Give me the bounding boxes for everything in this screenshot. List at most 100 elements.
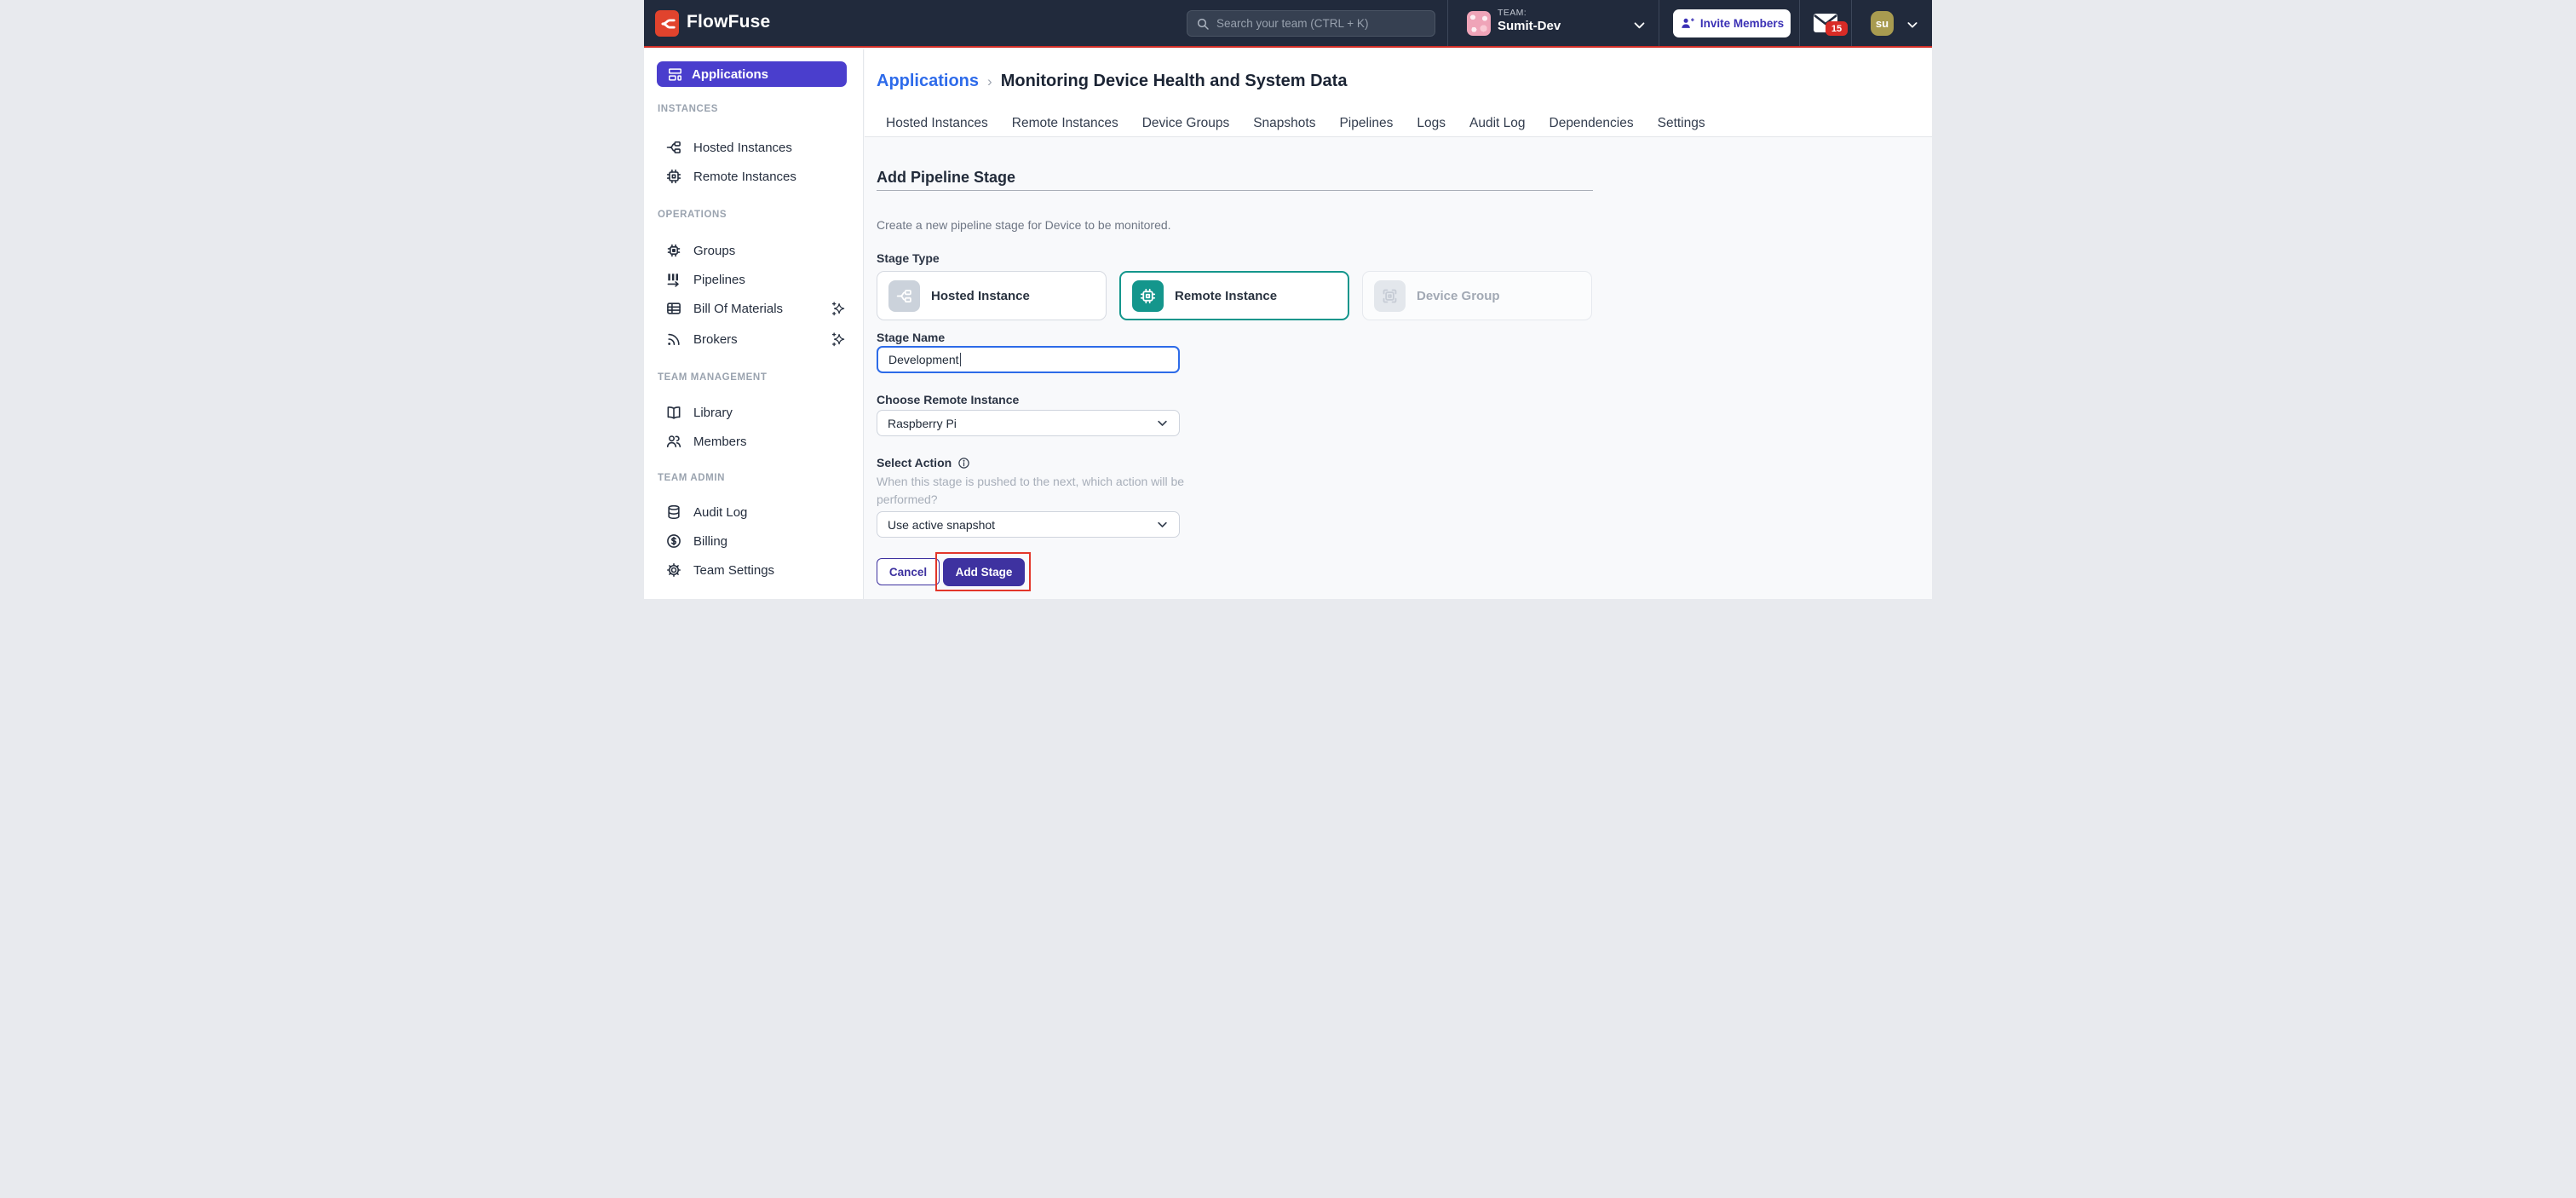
form-description: Create a new pipeline stage for Device t… — [877, 218, 1171, 232]
sidebar-item-label: Remote Instances — [693, 170, 796, 184]
chevron-down-icon — [1156, 417, 1169, 429]
device-group-icon — [1374, 280, 1406, 312]
sparkles-icon — [830, 331, 846, 348]
user-menu-chevron-down-icon[interactable] — [1906, 18, 1919, 32]
applications-icon — [667, 66, 683, 83]
tab-pipelines[interactable]: Pipelines — [1339, 116, 1393, 131]
team-settings-gear-icon — [665, 562, 682, 579]
sidebar-item-label: Team Settings — [693, 563, 774, 578]
stage-type-remote-instance[interactable]: Remote Instance — [1119, 271, 1349, 320]
search-input[interactable] — [1216, 17, 1426, 30]
form-title: Add Pipeline Stage — [877, 169, 1015, 187]
top-navbar: FlowFuse TEAM: Sumit-Dev — [644, 0, 1932, 48]
remote-instances-icon — [665, 168, 682, 185]
add-stage-button[interactable]: Add Stage — [943, 558, 1025, 586]
page-title: Monitoring Device Health and System Data — [1001, 72, 1348, 91]
team-search[interactable] — [1187, 10, 1435, 37]
bill-of-materials-icon — [665, 300, 682, 317]
stage-type-hosted-instance[interactable]: Hosted Instance — [877, 271, 1107, 320]
tab-device-groups[interactable]: Device Groups — [1142, 116, 1230, 131]
sidebar-item-pipelines[interactable]: Pipelines — [657, 267, 851, 292]
stage-name-label: Stage Name — [877, 331, 945, 344]
billing-dollar-icon — [665, 533, 682, 550]
sidebar-item-label: Library — [693, 406, 733, 420]
hosted-instances-icon — [665, 139, 682, 156]
sidebar-item-label: Billing — [693, 534, 727, 549]
select-action-help: When this stage is pushed to the next, w… — [877, 473, 1193, 508]
tab-hosted-instances[interactable]: Hosted Instances — [886, 116, 988, 131]
tab-dependencies[interactable]: Dependencies — [1550, 116, 1634, 131]
add-pipeline-stage-form: Add Pipeline Stage Create a new pipeline… — [865, 137, 1932, 599]
sidebar-item-remote-instances[interactable]: Remote Instances — [657, 164, 851, 189]
topbar-divider — [1447, 0, 1448, 46]
tab-remote-instances[interactable]: Remote Instances — [1012, 116, 1118, 131]
invite-members-button[interactable]: Invite Members — [1673, 9, 1791, 37]
tab-snapshots[interactable]: Snapshots — [1253, 116, 1315, 131]
team-label: TEAM: — [1498, 8, 1527, 18]
sidebar-item-label: Pipelines — [693, 273, 745, 287]
sidebar-section-instances: INSTANCES — [658, 104, 718, 114]
hosted-instance-icon — [888, 280, 920, 312]
user-avatar[interactable]: su — [1871, 11, 1894, 36]
breadcrumb-applications-link[interactable]: Applications — [877, 72, 979, 91]
select-action-label-row: Select Action — [877, 456, 970, 469]
sidebar-item-label: Brokers — [693, 332, 738, 347]
select-action-label: Select Action — [877, 456, 952, 469]
flowfuse-logo-icon[interactable] — [655, 10, 679, 37]
sidebar-item-applications[interactable]: Applications — [657, 61, 847, 87]
search-icon — [1196, 17, 1210, 31]
team-chevron-down-icon[interactable] — [1632, 18, 1647, 32]
team-avatar[interactable] — [1467, 11, 1491, 36]
user-plus-icon — [1680, 16, 1694, 31]
topbar-divider — [1851, 0, 1852, 46]
sidebar-item-groups[interactable]: Groups — [657, 238, 851, 263]
sidebar: Applications INSTANCES Hosted Instances … — [644, 49, 864, 599]
remote-instance-chip-icon — [1132, 280, 1164, 312]
title-divider — [877, 190, 1593, 191]
sidebar-item-hosted-instances[interactable]: Hosted Instances — [657, 135, 851, 160]
sidebar-item-label: Groups — [693, 244, 735, 258]
sidebar-section-team-admin: TEAM ADMIN — [658, 473, 725, 483]
tab-audit-log[interactable]: Audit Log — [1469, 116, 1526, 131]
groups-icon — [665, 242, 682, 259]
sidebar-item-billing[interactable]: Billing — [657, 528, 851, 554]
sidebar-item-library[interactable]: Library — [657, 400, 851, 425]
sidebar-item-label: Members — [693, 435, 747, 449]
sidebar-item-team-settings[interactable]: Team Settings — [657, 557, 851, 583]
sidebar-item-brokers[interactable]: Brokers — [657, 326, 851, 352]
members-users-icon — [665, 433, 682, 450]
page-header: Applications › Monitoring Device Health … — [865, 49, 1932, 137]
sidebar-item-bill-of-materials[interactable]: Bill Of Materials — [657, 296, 851, 321]
chevron-down-icon — [1156, 518, 1169, 531]
cancel-button[interactable]: Cancel — [877, 558, 940, 585]
tab-settings[interactable]: Settings — [1658, 116, 1705, 131]
sidebar-item-audit-log[interactable]: Audit Log — [657, 499, 851, 525]
breadcrumb: Applications › Monitoring Device Health … — [877, 72, 1347, 91]
sidebar-item-members[interactable]: Members — [657, 429, 851, 454]
library-book-icon — [665, 404, 682, 421]
team-name[interactable]: Sumit-Dev — [1498, 19, 1561, 33]
tab-logs[interactable]: Logs — [1417, 116, 1446, 131]
stage-type-option-label: Hosted Instance — [931, 289, 1030, 303]
notification-count-badge[interactable]: 15 — [1826, 21, 1848, 36]
sidebar-item-label: Audit Log — [693, 505, 747, 520]
text-cursor — [960, 353, 962, 366]
sidebar-item-label: Applications — [692, 67, 768, 82]
remote-instance-select[interactable]: Raspberry Pi — [877, 410, 1180, 436]
sidebar-section-operations: OPERATIONS — [658, 210, 727, 220]
stage-name-input[interactable]: Development — [877, 346, 1180, 373]
audit-log-database-icon — [665, 504, 682, 521]
stage-type-options: Hosted Instance Remote Instance — [877, 271, 1592, 320]
breadcrumb-separator: › — [987, 72, 992, 90]
app-window: FlowFuse TEAM: Sumit-Dev — [644, 0, 1932, 599]
info-icon[interactable] — [957, 457, 970, 469]
stage-type-label: Stage Type — [877, 251, 940, 265]
tab-bar: Hosted Instances Remote Instances Device… — [886, 116, 1705, 131]
action-select[interactable]: Use active snapshot — [877, 511, 1180, 538]
brand-name[interactable]: FlowFuse — [687, 12, 770, 32]
brokers-icon — [665, 331, 682, 348]
stage-type-device-group: Device Group — [1362, 271, 1592, 320]
sidebar-item-label: Hosted Instances — [693, 141, 792, 155]
sparkles-icon — [830, 301, 846, 317]
pipelines-icon — [665, 271, 682, 288]
